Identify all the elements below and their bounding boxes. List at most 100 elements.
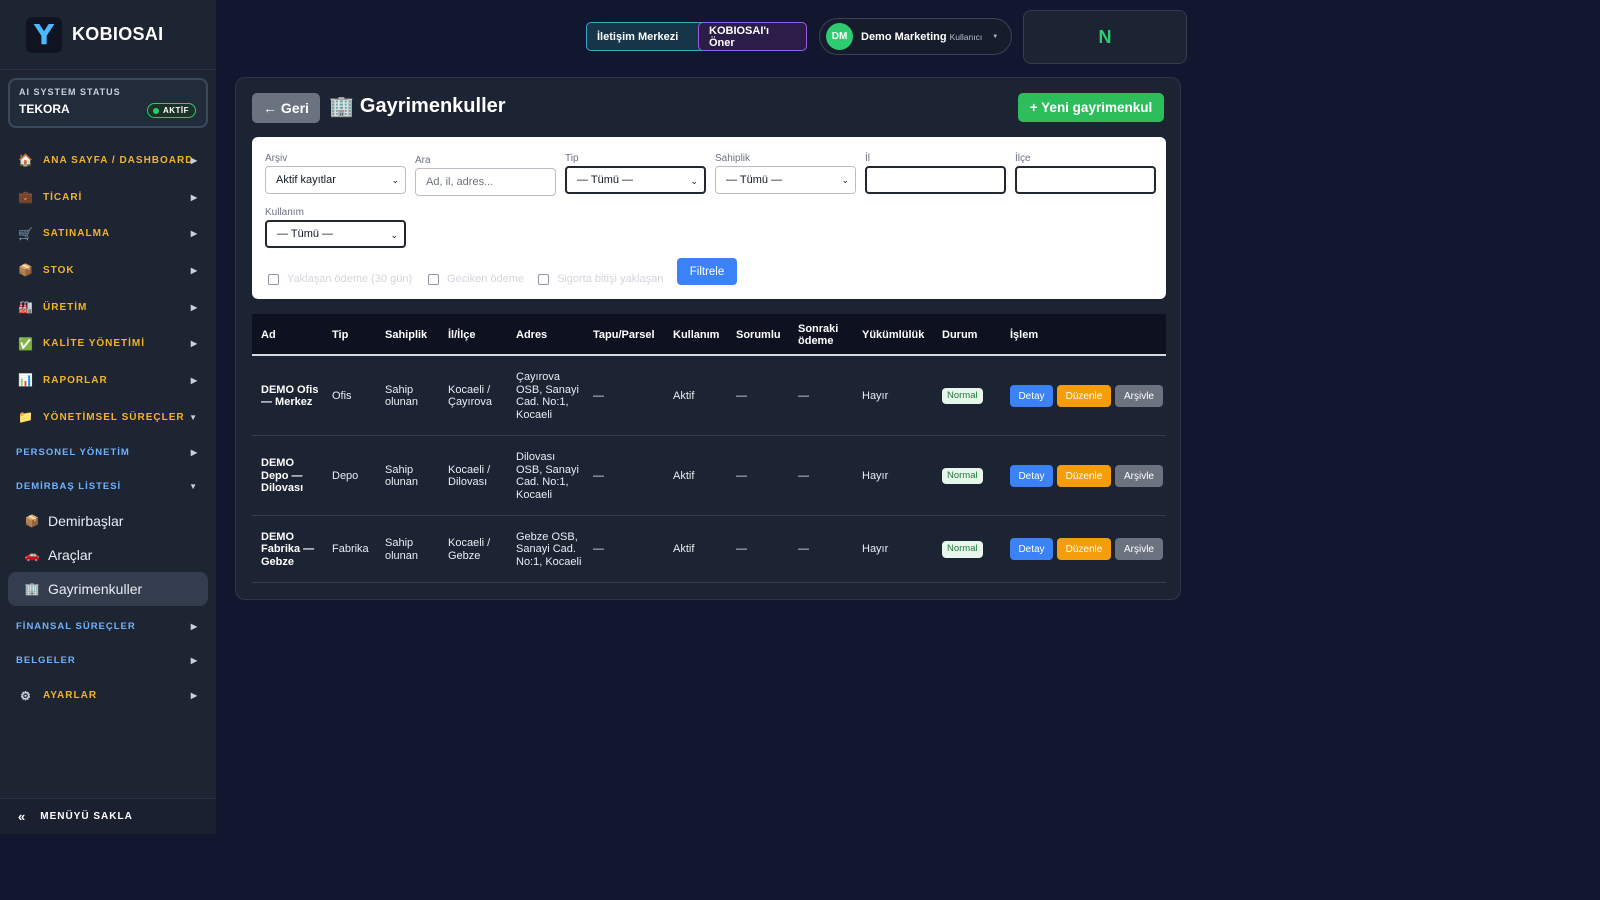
- nav-section-label: FİNANSAL SÜREÇLER: [16, 621, 136, 632]
- nav-item-management[interactable]: 📁 YÖNETİMSEL SÜREÇLER ▼: [0, 399, 216, 436]
- nav-item-dashboard[interactable]: 🏠 ANA SAYFA / DASHBOARD ▶: [0, 142, 216, 179]
- nav-item-label: TİCARİ: [43, 191, 83, 203]
- chevron-down-icon: ▼: [189, 412, 198, 422]
- nav-item-quality[interactable]: ✅ KALİTE YÖNETİMİ ▶: [0, 325, 216, 362]
- overdue-payment-checkbox[interactable]: Geciken ödeme: [428, 273, 524, 285]
- nav-item-reports[interactable]: 📊 RAPORLAR ▶: [0, 362, 216, 399]
- folder-icon: 📁: [18, 410, 34, 425]
- brand-name: KOBIOSAI: [72, 24, 164, 44]
- edit-button[interactable]: Düzenle: [1057, 465, 1111, 487]
- archive-filter: Arşiv Aktif kayıtlar ⌄: [265, 153, 406, 194]
- insurance-expiring-checkbox[interactable]: Sigorta bitişi yaklaşan: [538, 273, 663, 285]
- district-input[interactable]: [1015, 166, 1156, 194]
- search-input[interactable]: Ad, il, adres...: [415, 168, 556, 196]
- column-header[interactable]: İl/İlçe: [448, 314, 476, 356]
- filter-button[interactable]: Filtrele: [677, 258, 737, 285]
- chevron-right-icon: ▶: [190, 339, 198, 349]
- cell-name: DEMO Fabrika — Gebze: [261, 530, 315, 568]
- archive-button[interactable]: Arşivle: [1115, 538, 1163, 560]
- cell-address: Çayırova OSB, Sanayi Cad. No:1, Kocaeli: [516, 371, 579, 421]
- detail-button[interactable]: Detay: [1010, 465, 1053, 487]
- cell-address: Dilovası OSB, Sanayi Cad. No:1, Kocaeli: [516, 451, 579, 501]
- nav-section-assets[interactable]: DEMİRBAŞ LİSTESİ ▼: [0, 470, 216, 504]
- nav-item-label: AYARLAR: [43, 690, 98, 702]
- edit-button[interactable]: Düzenle: [1057, 385, 1111, 407]
- detail-button[interactable]: Detay: [1010, 385, 1053, 407]
- sidebar-item-real-estate[interactable]: 🏢 Gayrimenkuller: [8, 571, 208, 606]
- detail-button[interactable]: Detay: [1010, 538, 1053, 560]
- check-icon: ✅: [18, 336, 34, 351]
- cell-deed: —: [593, 543, 604, 556]
- user-menu[interactable]: DM Demo Marketing Kullanıcı ▼: [819, 18, 1012, 55]
- brand[interactable]: Y KOBIOSAI: [0, 0, 216, 70]
- chevron-right-icon: ▶: [190, 155, 198, 165]
- ai-status-label: AI SYSTEM STATUS: [19, 87, 121, 97]
- car-icon: 🚗: [24, 547, 40, 562]
- column-header[interactable]: Tip: [332, 314, 348, 356]
- status-badge: Normal: [942, 467, 983, 485]
- column-header[interactable]: Durum: [942, 314, 977, 356]
- cell-location: Kocaeli / Çayırova: [448, 383, 493, 409]
- table-header: Ad Tip Sahiplik İl/İlçe Adres Tapu/Parse…: [252, 314, 1166, 356]
- edit-button[interactable]: Düzenle: [1057, 538, 1111, 560]
- column-header[interactable]: Yükümlülük: [862, 314, 924, 356]
- type-filter: Tip — Tümü — ⌄: [565, 153, 706, 194]
- ownership-select[interactable]: — Tümü — ⌄: [715, 166, 856, 194]
- nav-section-finance[interactable]: FİNANSAL SÜREÇLER ▶: [0, 610, 216, 644]
- usage-select[interactable]: — Tümü — ⌄: [265, 220, 406, 248]
- column-header[interactable]: İşlem: [1010, 314, 1038, 356]
- nav-item-stock[interactable]: 📦 STOK ▶: [0, 252, 216, 289]
- nav-item-settings[interactable]: ⚙ AYARLAR ▶: [0, 678, 216, 715]
- column-header[interactable]: Ad: [261, 314, 276, 356]
- sidebar-item-label: Araçlar: [48, 546, 93, 563]
- ai-status-badge-text: AKTİF: [162, 106, 189, 115]
- recommend-button[interactable]: KOBIOSAI'ı Öner: [698, 22, 807, 51]
- back-button[interactable]: ← Geri: [252, 93, 320, 123]
- chevron-down-icon: ▼: [992, 33, 999, 40]
- table-row[interactable]: DEMO Ofis — Merkez Ofis Sahip olunan Koc…: [252, 356, 1166, 436]
- column-header[interactable]: Sonraki ödeme: [798, 314, 846, 356]
- nav-section-personnel[interactable]: PERSONEL YÖNETİM ▶: [0, 436, 216, 470]
- hide-menu-button[interactable]: « MENÜYÜ SAKLA: [0, 798, 216, 834]
- new-real-estate-button[interactable]: + Yeni gayrimenkul: [1018, 93, 1164, 122]
- sidebar-item-fixtures[interactable]: 📦 Demirbaşlar: [8, 504, 208, 538]
- column-header[interactable]: Kullanım: [673, 314, 719, 356]
- cell-usage: Aktif: [673, 469, 695, 482]
- table-row[interactable]: DEMO Depo — Dilovası Depo Sahip olunan K…: [252, 436, 1166, 516]
- type-value: — Tümü —: [577, 174, 634, 186]
- nav-item-label: SATINALMA: [43, 228, 111, 240]
- table-row[interactable]: DEMO Fabrika — Gebze Fabrika Sahip oluna…: [252, 516, 1166, 583]
- column-header[interactable]: Adres: [516, 314, 547, 356]
- briefcase-icon: 💼: [18, 190, 34, 205]
- chevron-right-icon: ▶: [190, 622, 198, 631]
- notification-box[interactable]: N: [1023, 10, 1187, 64]
- archive-select[interactable]: Aktif kayıtlar ⌄: [265, 166, 406, 194]
- column-header[interactable]: Sorumlu: [736, 314, 781, 356]
- cell-responsible: —: [736, 543, 747, 556]
- nav-item-production[interactable]: 🏭 ÜRETİM ▶: [0, 289, 216, 326]
- ownership-label: Sahiplik: [715, 153, 751, 164]
- archive-button[interactable]: Arşivle: [1115, 465, 1163, 487]
- status-dot-icon: [152, 107, 159, 114]
- usage-label: Kullanım: [265, 207, 304, 218]
- cell-liability: Hayır: [862, 543, 889, 556]
- type-select[interactable]: — Tümü — ⌄: [565, 166, 706, 194]
- chevron-right-icon: ▶: [190, 448, 198, 457]
- archive-value: Aktif kayıtlar: [276, 174, 336, 186]
- nav-section-documents[interactable]: BELGELER ▶: [0, 644, 216, 678]
- nav-section-label: PERSONEL YÖNETİM: [16, 447, 130, 458]
- nav-item-commercial[interactable]: 💼 TİCARİ ▶: [0, 179, 216, 216]
- nav-item-purchasing[interactable]: 🛒 SATINALMA ▶: [0, 215, 216, 252]
- ownership-filter: Sahiplik — Tümü — ⌄: [715, 153, 856, 194]
- cell-name: DEMO Ofis — Merkez: [261, 383, 319, 409]
- sidebar-item-vehicles[interactable]: 🚗 Araçlar: [8, 538, 208, 572]
- city-input[interactable]: [865, 166, 1006, 194]
- cell-responsible: —: [736, 389, 747, 402]
- city-label: İl: [865, 153, 870, 164]
- column-header[interactable]: Tapu/Parsel: [593, 314, 655, 356]
- district-label: İlçe: [1015, 153, 1031, 164]
- chevron-right-icon: ▶: [190, 656, 198, 665]
- upcoming-payment-checkbox[interactable]: Yaklaşan ödeme (30 gün): [268, 273, 412, 285]
- archive-button[interactable]: Arşivle: [1115, 385, 1163, 407]
- column-header[interactable]: Sahiplik: [385, 314, 427, 356]
